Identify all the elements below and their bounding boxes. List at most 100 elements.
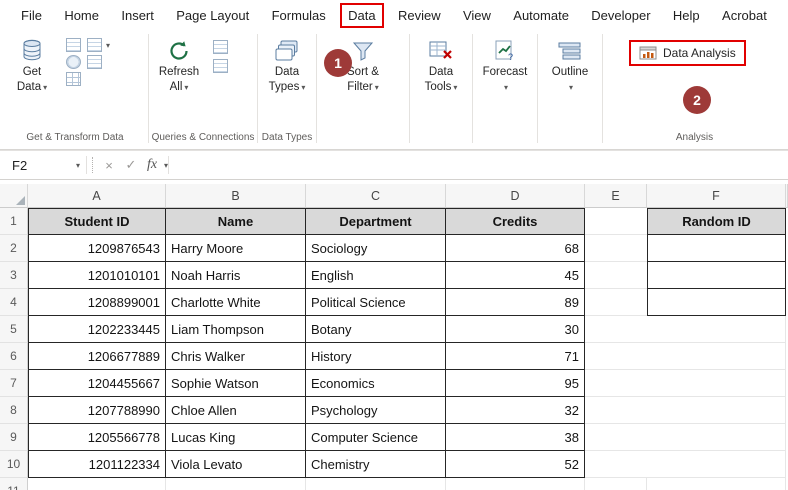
- row-header-10[interactable]: 10: [0, 451, 28, 478]
- cell-C8[interactable]: Psychology: [306, 397, 446, 424]
- menu-tab-help[interactable]: Help: [665, 3, 708, 28]
- cell-F1[interactable]: Random ID: [647, 208, 786, 235]
- row-header-8[interactable]: 8: [0, 397, 28, 424]
- column-header-A[interactable]: A: [28, 184, 166, 208]
- get-data-button[interactable]: Get Data▾: [6, 34, 58, 98]
- cell-A8[interactable]: 1207788990: [28, 397, 166, 424]
- row-header-11[interactable]: 11: [0, 478, 28, 490]
- workbook-links-button[interactable]: [213, 59, 228, 73]
- cell-E2[interactable]: [585, 235, 647, 262]
- cell-E1[interactable]: [585, 208, 647, 235]
- cell-A11[interactable]: [28, 478, 166, 490]
- row-header-4[interactable]: 4: [0, 289, 28, 316]
- cell-D7[interactable]: 95: [446, 370, 585, 397]
- cell-A6[interactable]: 1206677889: [28, 343, 166, 370]
- cell-A10[interactable]: 1201122334: [28, 451, 166, 478]
- cell-F11[interactable]: [647, 478, 786, 490]
- column-header-D[interactable]: D: [446, 184, 585, 208]
- recent-sources-button[interactable]: ▾: [87, 38, 110, 52]
- cell-E11[interactable]: [585, 478, 647, 490]
- cell-F10[interactable]: [647, 451, 786, 478]
- cell-E4[interactable]: [585, 289, 647, 316]
- cancel-button[interactable]: ×: [98, 151, 120, 179]
- cell-D5[interactable]: 30: [446, 316, 585, 343]
- insert-function-button[interactable]: fx: [142, 151, 162, 179]
- data-types-button[interactable]: Data Types▾: [261, 34, 313, 98]
- cell-B11[interactable]: [166, 478, 306, 490]
- cell-E5[interactable]: [585, 316, 647, 343]
- cell-E9[interactable]: [585, 424, 647, 451]
- cell-A9[interactable]: 1205566778: [28, 424, 166, 451]
- menu-tab-data[interactable]: Data: [340, 3, 383, 28]
- cell-A2[interactable]: 1209876543: [28, 235, 166, 262]
- cell-E3[interactable]: [585, 262, 647, 289]
- from-web-button[interactable]: [66, 55, 81, 69]
- cell-D9[interactable]: 38: [446, 424, 585, 451]
- cell-F5[interactable]: [647, 316, 786, 343]
- cell-F6[interactable]: [647, 343, 786, 370]
- row-header-6[interactable]: 6: [0, 343, 28, 370]
- menu-tab-formulas[interactable]: Formulas: [264, 3, 334, 28]
- outline-button[interactable]: Outline ▾: [544, 34, 596, 98]
- queries-connections-button[interactable]: [213, 40, 228, 54]
- cell-B9[interactable]: Lucas King: [166, 424, 306, 451]
- menu-tab-insert[interactable]: Insert: [113, 3, 162, 28]
- formula-bar-splitter[interactable]: [92, 157, 93, 173]
- menu-tab-acrobat[interactable]: Acrobat: [714, 3, 775, 28]
- cell-C11[interactable]: [306, 478, 446, 490]
- forecast-button[interactable]: ? Forecast ▾: [479, 34, 532, 98]
- data-tools-button[interactable]: Data Tools▾: [415, 34, 467, 98]
- cell-D11[interactable]: [446, 478, 585, 490]
- cell-B8[interactable]: Chloe Allen: [166, 397, 306, 424]
- cell-D10[interactable]: 52: [446, 451, 585, 478]
- row-header-7[interactable]: 7: [0, 370, 28, 397]
- cell-C7[interactable]: Economics: [306, 370, 446, 397]
- menu-tab-review[interactable]: Review: [390, 3, 449, 28]
- cell-C6[interactable]: History: [306, 343, 446, 370]
- refresh-all-button[interactable]: Refresh All▾: [153, 34, 205, 98]
- enter-button[interactable]: ✓: [120, 151, 142, 179]
- cell-C4[interactable]: Political Science: [306, 289, 446, 316]
- menu-tab-developer[interactable]: Developer: [583, 3, 658, 28]
- cell-E6[interactable]: [585, 343, 647, 370]
- cell-C5[interactable]: Botany: [306, 316, 446, 343]
- formula-input[interactable]: [169, 151, 788, 179]
- cell-D3[interactable]: 45: [446, 262, 585, 289]
- column-header-E[interactable]: E: [585, 184, 647, 208]
- cell-A3[interactable]: 1201010101: [28, 262, 166, 289]
- cell-A4[interactable]: 1208899001: [28, 289, 166, 316]
- cell-F8[interactable]: [647, 397, 786, 424]
- cell-D8[interactable]: 32: [446, 397, 585, 424]
- cell-B10[interactable]: Viola Levato: [166, 451, 306, 478]
- cell-B1[interactable]: Name: [166, 208, 306, 235]
- cell-F2[interactable]: [647, 235, 786, 262]
- cell-E8[interactable]: [585, 397, 647, 424]
- select-all-button[interactable]: [0, 184, 28, 208]
- name-box[interactable]: F2 ▾: [0, 151, 86, 179]
- cell-B6[interactable]: Chris Walker: [166, 343, 306, 370]
- row-header-1[interactable]: 1: [0, 208, 28, 235]
- cell-F7[interactable]: [647, 370, 786, 397]
- cell-B5[interactable]: Liam Thompson: [166, 316, 306, 343]
- cell-C1[interactable]: Department: [306, 208, 446, 235]
- row-header-9[interactable]: 9: [0, 424, 28, 451]
- cell-D4[interactable]: 89: [446, 289, 585, 316]
- column-header-C[interactable]: C: [306, 184, 446, 208]
- cell-F9[interactable]: [647, 424, 786, 451]
- menu-tab-file[interactable]: File: [13, 3, 50, 28]
- cell-E7[interactable]: [585, 370, 647, 397]
- cell-B4[interactable]: Charlotte White: [166, 289, 306, 316]
- cell-D2[interactable]: 68: [446, 235, 585, 262]
- cell-E10[interactable]: [585, 451, 647, 478]
- cell-B3[interactable]: Noah Harris: [166, 262, 306, 289]
- cell-C2[interactable]: Sociology: [306, 235, 446, 262]
- cell-A1[interactable]: Student ID: [28, 208, 166, 235]
- menu-tab-automate[interactable]: Automate: [505, 3, 577, 28]
- data-analysis-button[interactable]: Data Analysis: [629, 40, 746, 66]
- cell-A7[interactable]: 1204455667: [28, 370, 166, 397]
- cell-C3[interactable]: English: [306, 262, 446, 289]
- from-text-csv-button[interactable]: [66, 38, 81, 52]
- cell-C9[interactable]: Computer Science: [306, 424, 446, 451]
- cell-F4[interactable]: [647, 289, 786, 316]
- cell-B7[interactable]: Sophie Watson: [166, 370, 306, 397]
